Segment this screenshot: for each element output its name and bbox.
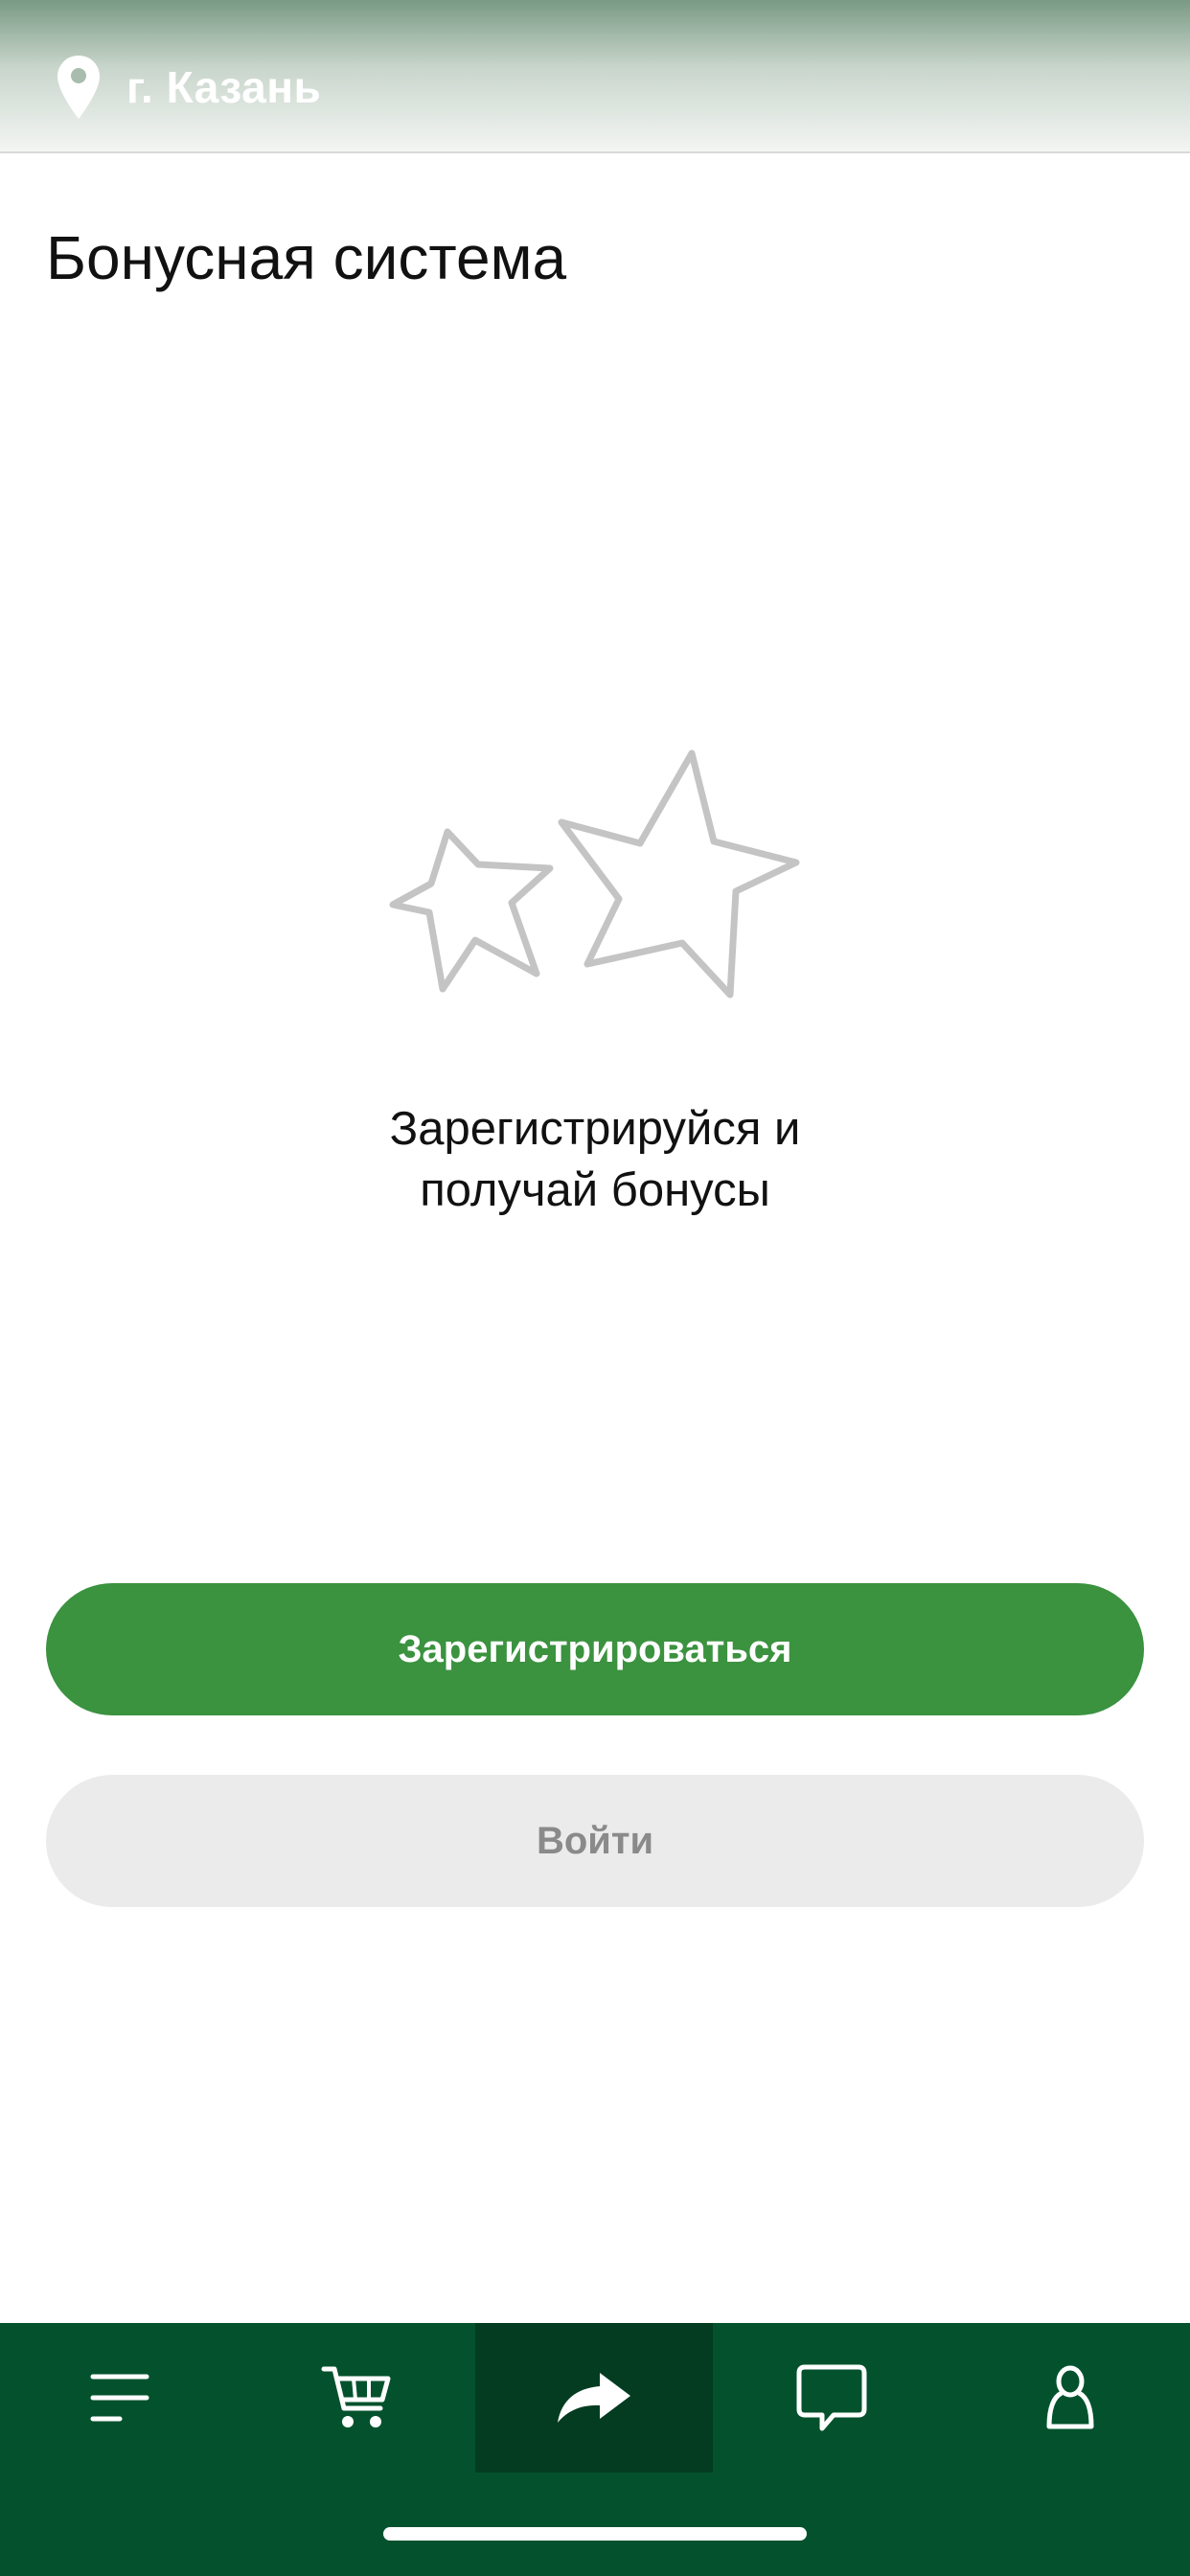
menu-icon (90, 2374, 149, 2422)
promo-text: Зарегистрируйся и получай бонусы (0, 1098, 1190, 1221)
login-button[interactable]: Войти (46, 1775, 1144, 1907)
page-title: Бонусная система (46, 223, 567, 292)
bottom-tab-bar (0, 2323, 1190, 2576)
tab-chat[interactable] (713, 2323, 950, 2472)
promo-line-2: получай бонусы (420, 1164, 770, 1216)
profile-icon (1046, 2365, 1094, 2429)
city-name: г. Казань (126, 62, 322, 112)
tab-profile[interactable] (950, 2323, 1190, 2472)
tab-cart[interactable] (238, 2323, 475, 2472)
stars-icon (389, 749, 800, 999)
chat-icon (796, 2364, 867, 2431)
tab-menu[interactable] (0, 2323, 238, 2472)
promo-line-1: Зарегистрируйся и (389, 1103, 801, 1155)
cart-icon (321, 2366, 391, 2427)
city-selector[interactable]: г. Казань (56, 54, 321, 121)
large-star-icon (558, 749, 800, 999)
home-indicator (383, 2527, 807, 2541)
top-header: г. Казань (0, 0, 1190, 153)
tab-share[interactable] (475, 2323, 713, 2472)
share-arrow-icon (558, 2373, 630, 2423)
small-star-icon (389, 828, 554, 993)
register-button[interactable]: Зарегистрироваться (46, 1583, 1144, 1715)
map-pin-icon (57, 56, 100, 119)
